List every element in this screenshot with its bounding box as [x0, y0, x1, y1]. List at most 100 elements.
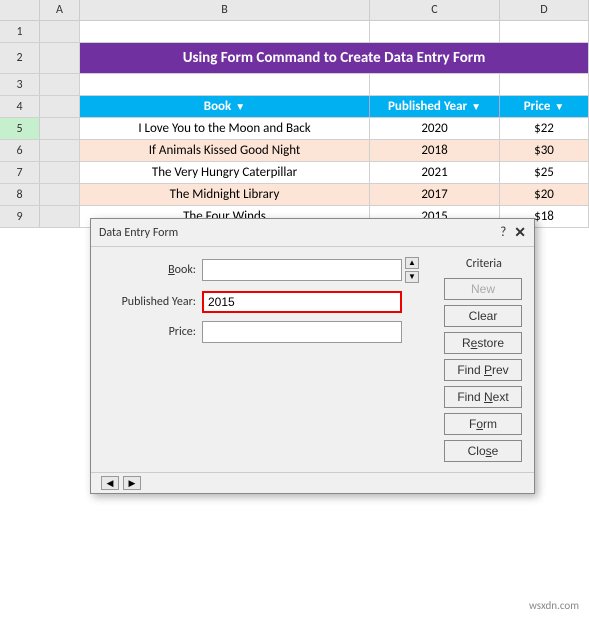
row-num-header — [0, 0, 40, 20]
col-book-header: Book ▼ — [80, 96, 370, 117]
price-input[interactable] — [202, 321, 402, 343]
cell-year: 2020 — [370, 118, 500, 139]
cell-book: I Love You to the Moon and Back — [80, 118, 370, 139]
cell — [40, 140, 80, 161]
form-underline: o — [476, 417, 483, 431]
col-headers-row: A B C D — [0, 0, 589, 21]
col-header-d: D — [500, 0, 589, 20]
cell — [370, 74, 500, 95]
cell-price: $25 — [500, 162, 589, 183]
find-prev-underline: P — [484, 363, 492, 377]
close-underline: s — [486, 444, 492, 458]
spreadsheet: A B C D 1 2 Using Form Command to Create… — [0, 0, 589, 228]
book-scroll-up[interactable]: ▲ — [405, 257, 419, 269]
year-header-text: Published Year — [388, 99, 467, 114]
book-scroll-arrows: ▲ ▼ — [405, 257, 419, 283]
cell — [40, 206, 80, 227]
dialog-controls: ? ✕ — [500, 224, 526, 241]
dialog-title: Data Entry Form — [99, 226, 178, 240]
filter-arrow-price[interactable]: ▼ — [554, 100, 564, 113]
scroll-right-btn[interactable]: ▶ — [123, 476, 141, 490]
row-num: 6 — [0, 140, 40, 161]
table-row: 6 If Animals Kissed Good Night 2018 $30 — [0, 140, 589, 162]
scroll-left-btn[interactable]: ◀ — [101, 476, 119, 490]
book-scroll-down[interactable]: ▼ — [405, 271, 419, 283]
filter-arrow-book[interactable]: ▼ — [235, 100, 245, 113]
cell — [500, 21, 589, 42]
cell — [40, 74, 80, 95]
row-num: 1 — [0, 21, 40, 42]
published-year-field-row: Published Year: — [101, 291, 434, 313]
row-num: 4 — [0, 96, 40, 117]
row-num: 5 — [0, 118, 40, 139]
published-year-label: Published Year: — [101, 295, 196, 309]
find-next-underline: N — [484, 390, 493, 404]
find-next-button[interactable]: Find Next — [444, 386, 522, 408]
row-num: 8 — [0, 184, 40, 205]
published-year-input[interactable] — [202, 291, 402, 313]
book-field-row: Book: ▲ ▼ — [101, 257, 434, 283]
col-header-a: A — [40, 0, 80, 20]
cell — [40, 118, 80, 139]
table-row: 8 The Midnight Library 2017 $20 — [0, 184, 589, 206]
cell — [500, 74, 589, 95]
book-header-text: Book — [204, 99, 232, 114]
restore-btn-prefix: R — [462, 336, 471, 350]
cell — [40, 43, 80, 73]
row-num: 7 — [0, 162, 40, 183]
dialog-footer: ◀ ▶ — [91, 472, 534, 493]
watermark: wsxdn.com — [529, 599, 579, 612]
clear-button[interactable]: Clear — [444, 305, 522, 327]
cell-price: $22 — [500, 118, 589, 139]
new-btn-text: New — [471, 282, 495, 296]
title-row: 2 Using Form Command to Create Data Entr… — [0, 43, 589, 74]
cell-price: $20 — [500, 184, 589, 205]
table-row: 5 I Love You to the Moon and Back 2020 $… — [0, 118, 589, 140]
data-entry-form-dialog: Data Entry Form ? ✕ Book: ▲ ▼ — [90, 218, 535, 494]
cell — [40, 184, 80, 205]
price-input-wrap — [202, 321, 434, 343]
price-header-text: Price — [524, 99, 551, 114]
price-field-row: Price: — [101, 321, 434, 343]
table-row: 1 — [0, 21, 589, 43]
dialog-fields: Book: ▲ ▼ Published Year: P — [101, 257, 434, 462]
table-header-row: 4 Book ▼ Published Year ▼ Price ▼ — [0, 96, 589, 118]
restore-btn-suffix: store — [477, 336, 504, 350]
dialog-body: Book: ▲ ▼ Published Year: P — [91, 247, 534, 472]
clear-btn-text: Clear — [469, 309, 498, 323]
row-num: 9 — [0, 206, 40, 227]
book-input-wrap: ▲ ▼ — [202, 257, 434, 283]
find-prev-button[interactable]: Find Prev — [444, 359, 522, 381]
col-header-c: C — [370, 0, 500, 20]
close-button[interactable]: Close — [444, 440, 522, 462]
cell-book: The Very Hungry Caterpillar — [80, 162, 370, 183]
dialog-help-button[interactable]: ? — [500, 225, 506, 240]
criteria-label: Criteria — [444, 257, 524, 271]
form-button[interactable]: Form — [444, 413, 522, 435]
col-header-b: B — [80, 0, 370, 20]
col-year-header: Published Year ▼ — [370, 96, 500, 117]
cell — [370, 21, 500, 42]
cell-year: 2017 — [370, 184, 500, 205]
new-button[interactable]: New — [444, 278, 522, 300]
cell-price: $30 — [500, 140, 589, 161]
cell — [80, 21, 370, 42]
table-row: 3 — [0, 74, 589, 96]
cell — [80, 74, 370, 95]
book-input[interactable] — [202, 259, 402, 281]
price-label: Price: — [101, 325, 196, 339]
cell-year: 2021 — [370, 162, 500, 183]
book-label-prefix: B — [168, 263, 175, 277]
dialog-close-button[interactable]: ✕ — [514, 224, 526, 241]
filter-arrow-year[interactable]: ▼ — [471, 100, 481, 113]
cell — [40, 162, 80, 183]
cell — [40, 96, 80, 117]
cell — [40, 21, 80, 42]
published-year-input-wrap — [202, 291, 434, 313]
book-label: Book: — [101, 263, 196, 277]
row-num: 3 — [0, 74, 40, 95]
table-row: 7 The Very Hungry Caterpillar 2021 $25 — [0, 162, 589, 184]
restore-button[interactable]: Restore — [444, 332, 522, 354]
cell-book: The Midnight Library — [80, 184, 370, 205]
dialog-titlebar: Data Entry Form ? ✕ — [91, 219, 534, 247]
